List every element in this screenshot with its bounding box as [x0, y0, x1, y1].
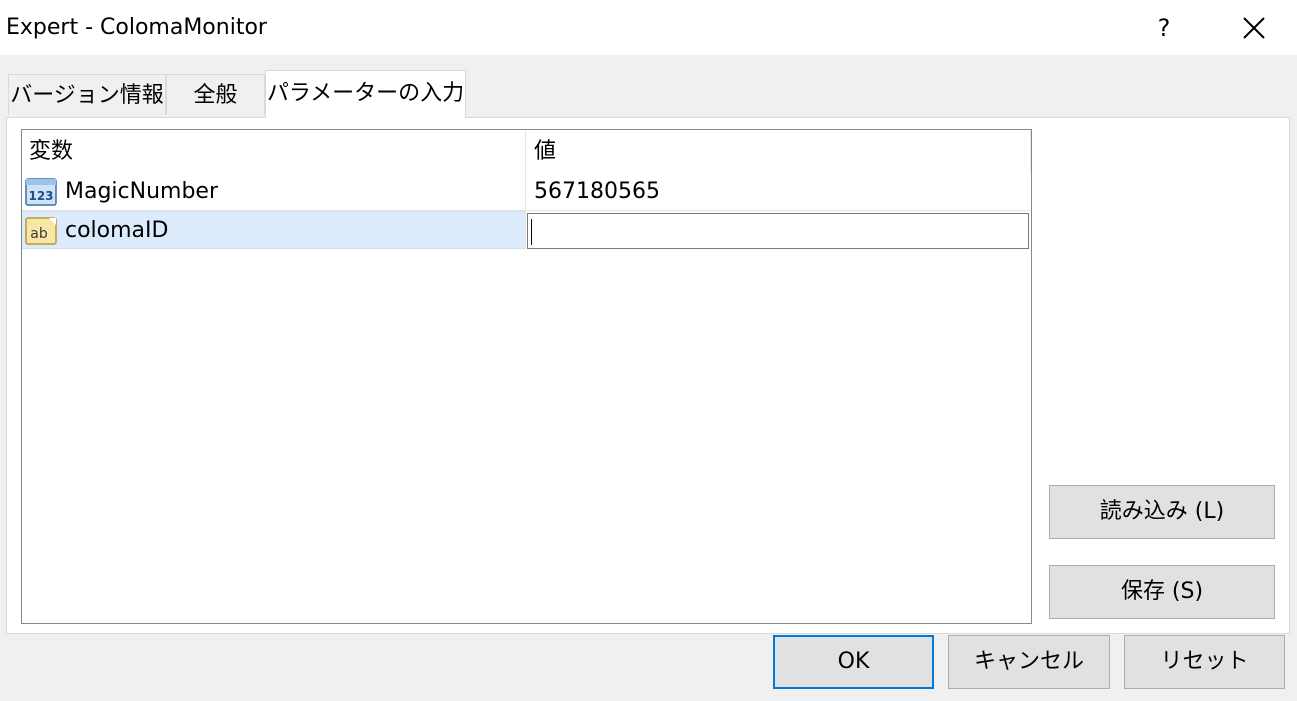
tab-version-info[interactable]: バージョン情報 [8, 74, 166, 115]
text-caret [531, 219, 532, 245]
close-button[interactable] [1226, 0, 1282, 55]
save-button[interactable]: 保存 (S) [1049, 565, 1275, 619]
param-name: MagicNumber [65, 179, 219, 204]
param-name-cell[interactable]: 123 MagicNumber [22, 173, 526, 211]
grid-header: 変数 値 [22, 130, 1031, 173]
svg-text:123: 123 [28, 189, 53, 203]
column-header-value[interactable]: 値 [526, 130, 1031, 173]
param-name: colomaID [65, 218, 169, 243]
string-ab-icon: ab [25, 217, 57, 245]
param-value-cell[interactable]: 567180565 [526, 173, 1031, 211]
table-row[interactable]: 123 MagicNumber 567180565 [22, 173, 1031, 212]
window-title: Expert - ColomaMonitor [6, 15, 267, 40]
tab-input-parameters[interactable]: パラメーターの入力 [265, 70, 466, 118]
ok-button[interactable]: OK [773, 635, 934, 689]
column-header-variable[interactable]: 変数 [22, 130, 526, 173]
parameter-grid[interactable]: 変数 値 123 MagicNumber 567180565 ab coloma… [21, 129, 1032, 624]
param-value-input[interactable] [527, 213, 1029, 249]
cancel-button[interactable]: キャンセル [948, 635, 1110, 689]
title-bar: Expert - ColomaMonitor ? [0, 0, 1297, 55]
tab-strip: バージョン情報 全般 パラメーターの入力 [0, 55, 1297, 118]
reset-button[interactable]: リセット [1124, 635, 1285, 689]
numeric-123-icon: 123 [25, 178, 57, 206]
svg-text:ab: ab [30, 226, 48, 242]
help-button[interactable]: ? [1136, 0, 1192, 55]
load-button[interactable]: 読み込み (L) [1049, 485, 1275, 539]
close-icon [1243, 16, 1265, 39]
param-name-cell[interactable]: ab colomaID [22, 211, 526, 249]
table-row[interactable]: ab colomaID [22, 211, 1031, 250]
tab-general[interactable]: 全般 [166, 74, 265, 115]
